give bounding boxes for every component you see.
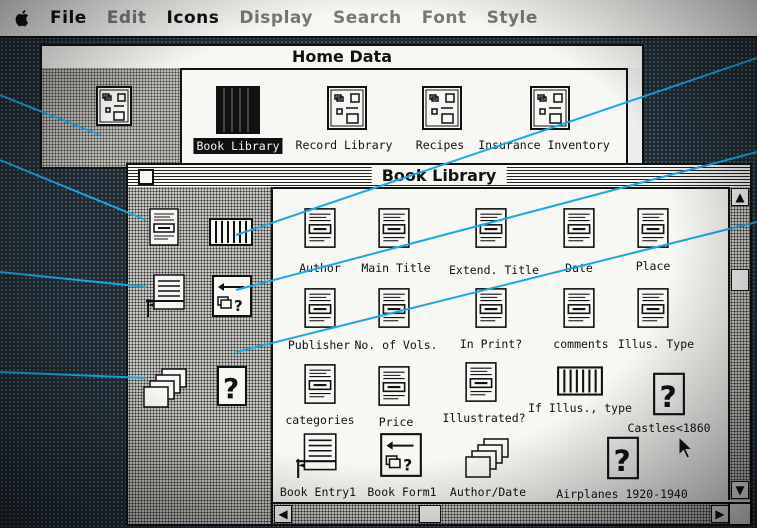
callout-lines [0,57,757,379]
screen: File Edit Icons Display Search Font Styl… [0,0,757,528]
